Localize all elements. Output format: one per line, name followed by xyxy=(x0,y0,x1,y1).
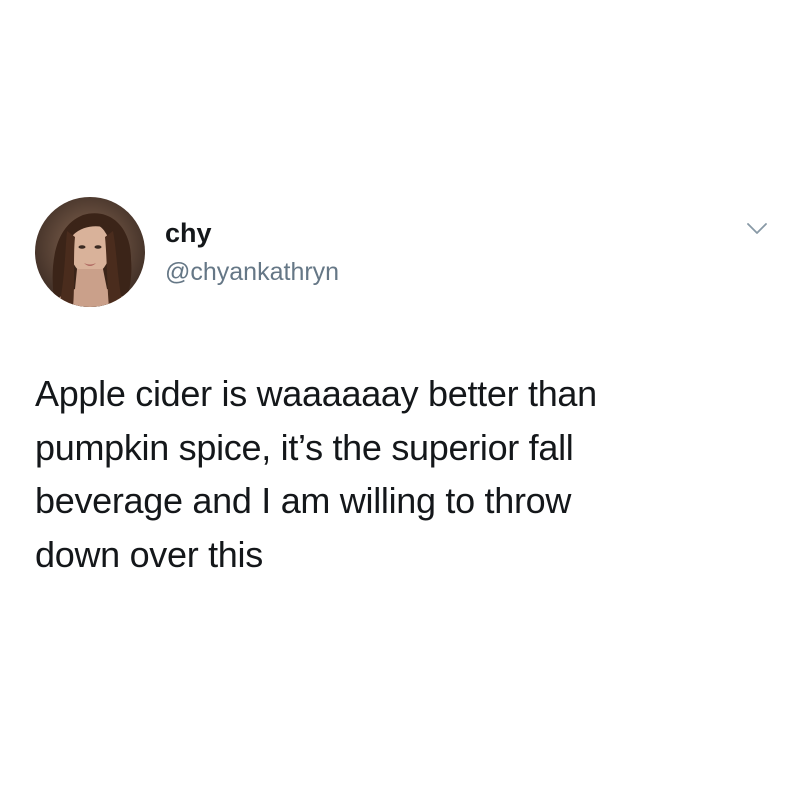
tweet-menu-button[interactable] xyxy=(746,221,768,237)
author-handle[interactable]: @chyankathryn xyxy=(165,257,339,287)
tweet-text: Apple cider is waaaaaay better than pump… xyxy=(35,373,597,575)
author-display-name[interactable]: chy xyxy=(165,217,212,249)
tweet-card: chy @chyankathryn Apple cider is waaaaaa… xyxy=(0,0,800,800)
avatar-image xyxy=(35,197,145,307)
chevron-down-icon xyxy=(747,223,767,234)
profile-avatar[interactable] xyxy=(35,197,145,307)
